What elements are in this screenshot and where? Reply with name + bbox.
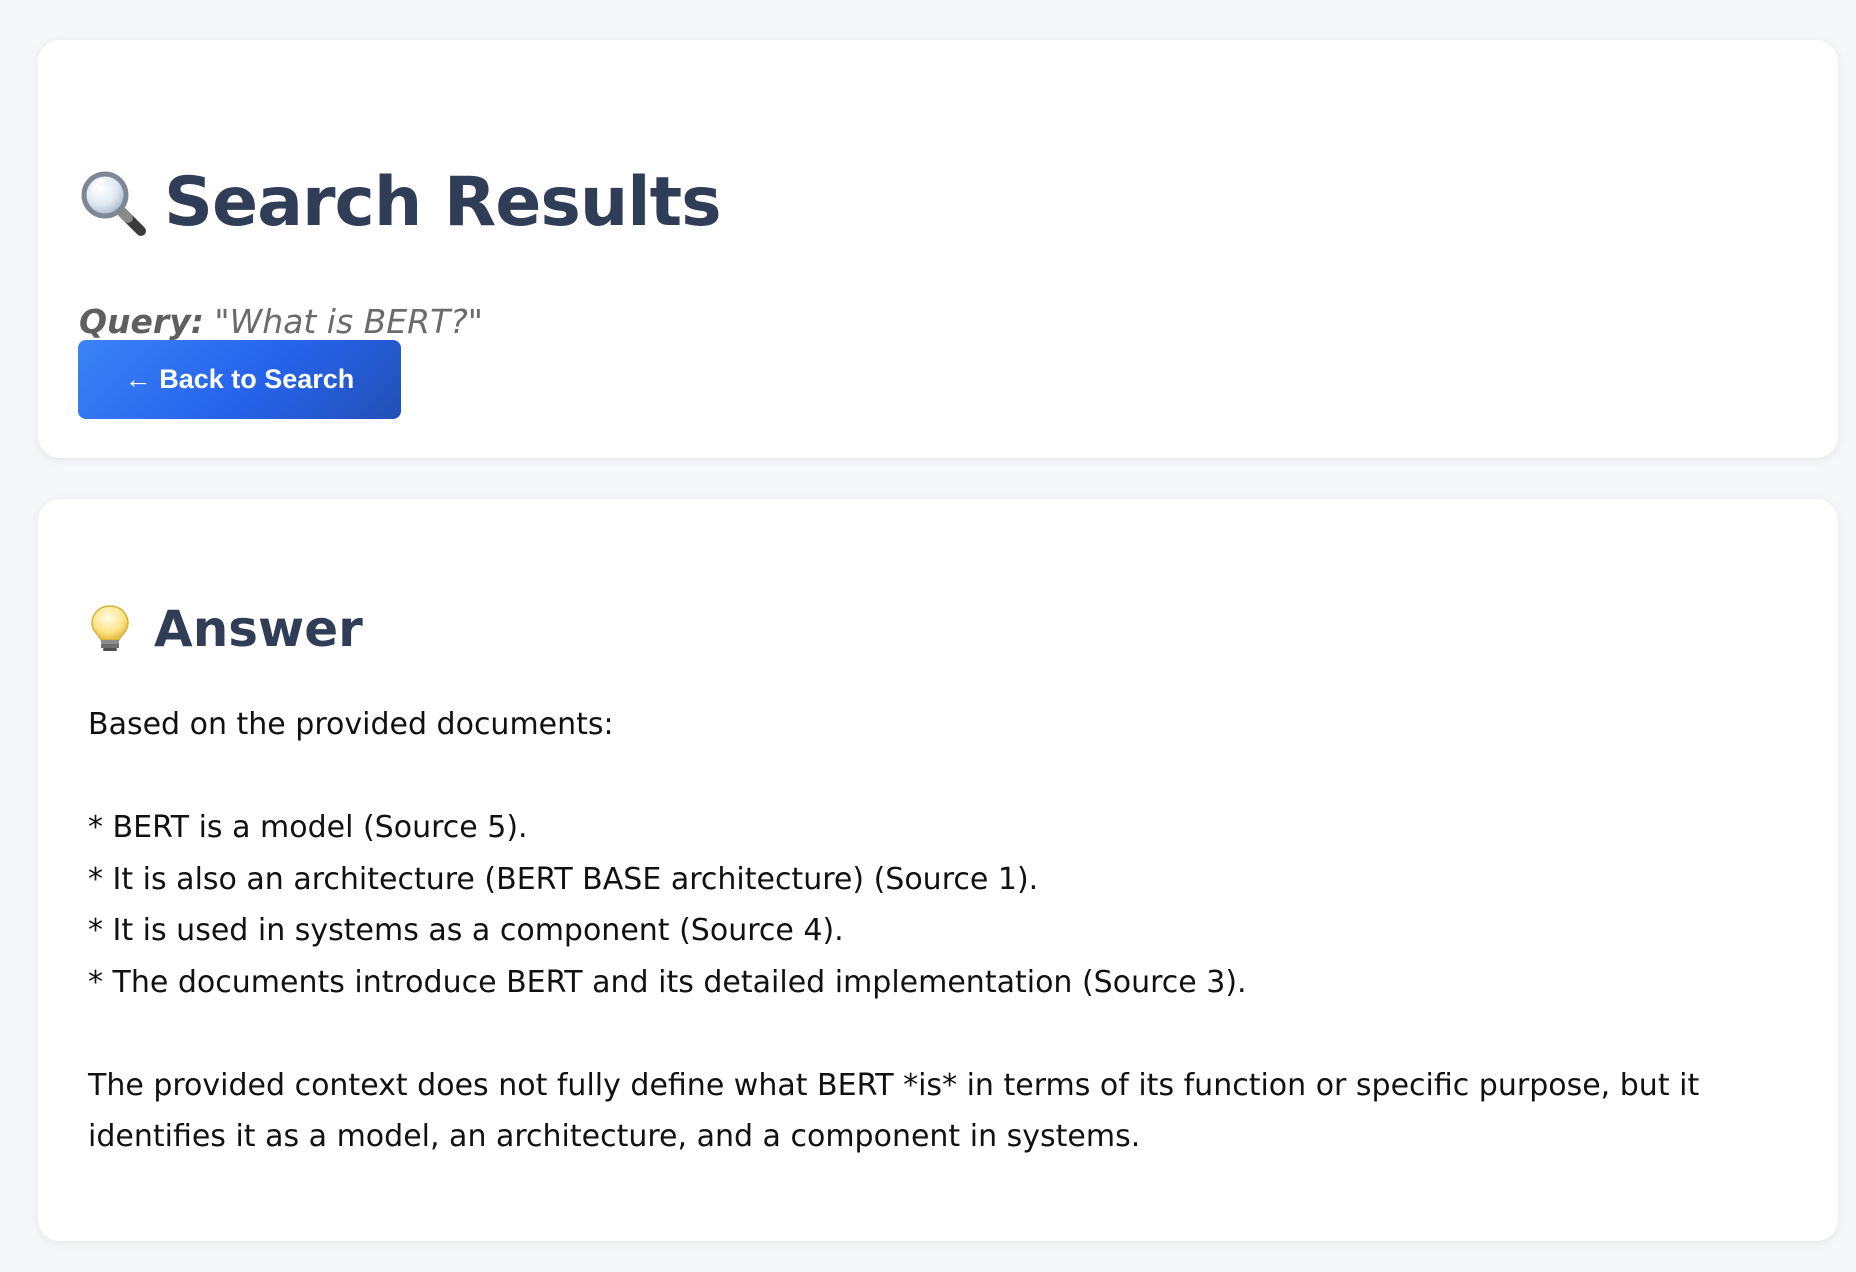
answer-title: Answer	[154, 600, 363, 658]
query-text: "What is BERT?"	[214, 302, 483, 341]
magnifier-icon	[81, 171, 146, 236]
lightbulb-icon	[91, 605, 129, 651]
answer-bullet: * It is used in systems as a component (…	[88, 913, 844, 948]
title-row: Search Results	[78, 163, 722, 242]
answer-title-row: Answer	[88, 604, 363, 654]
results-page: Search Results Query: "What is BERT?" ← …	[0, 0, 1856, 1272]
answer-bullet: * BERT is a model (Source 5).	[88, 810, 528, 845]
answer-intro: Based on the provided documents:	[88, 707, 614, 742]
answer-bullet: * The documents introduce BERT and its d…	[88, 964, 1247, 1000]
page-title: Search Results	[164, 163, 722, 242]
answer-bullet: * It is also an architecture (BERT BASE …	[88, 861, 1039, 897]
answer-body: Based on the provided documents: * BERT …	[88, 699, 1828, 1163]
query-line: Query: "What is BERT?"	[79, 302, 483, 341]
answer-card: Answer Based on the provided documents: …	[38, 499, 1838, 1241]
results-header-card: Search Results Query: "What is BERT?" ← …	[38, 40, 1838, 458]
back-to-search-button[interactable]: ← Back to Search	[78, 340, 401, 419]
query-label: Query:	[79, 302, 204, 341]
answer-conclusion: The provided context does not fully defi…	[88, 1067, 1700, 1155]
